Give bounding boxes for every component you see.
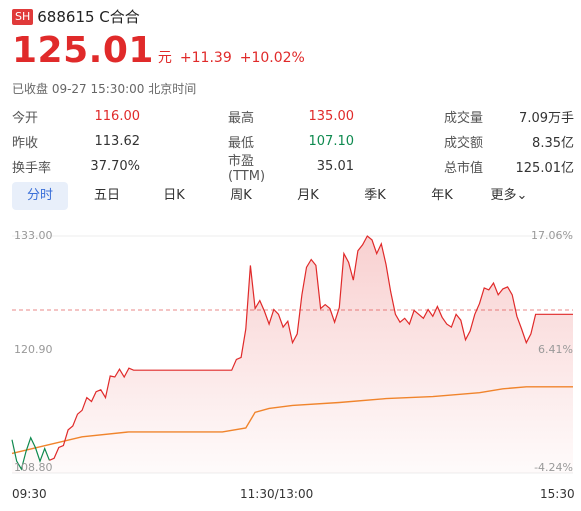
low-label: 最低 xyxy=(228,136,255,151)
turnover-value: 37.70% xyxy=(90,159,140,174)
turnover-label: 换手率 xyxy=(12,161,52,176)
price-unit: 元 xyxy=(157,50,172,66)
y-tick-top: 133.00 xyxy=(14,229,53,242)
tab-daily-k[interactable]: 日K xyxy=(146,182,202,210)
pe-label: 市盈(TTM) xyxy=(228,153,266,184)
tab-yearly-k[interactable]: 年K xyxy=(414,182,470,210)
y-tick-mid: 120.90 xyxy=(14,343,53,356)
open-label: 今开 xyxy=(12,111,39,126)
period-tabs: 分时 五日 日K 周K 月K 季K 年K 更多⌄ xyxy=(12,181,572,211)
amount-label: 成交额 xyxy=(444,136,484,151)
pct-tick-top: 17.06% xyxy=(531,229,573,242)
pct-tick-bottom: -4.24% xyxy=(534,461,573,474)
stats-table: 今开 116.00 最高 135.00 成交量 7.09万手 昨收 113.62 最低 1… xyxy=(12,104,575,184)
stats-row: 换手率 37.70% 市盈(TTM) 35.01 总市值 125.01亿 xyxy=(12,154,575,184)
low-value: 107.10 xyxy=(308,134,355,149)
stock-title: 688615 C合合 xyxy=(37,8,140,26)
market-badge: SH xyxy=(12,8,34,25)
price-change-percent: +10.02% xyxy=(239,50,305,66)
tab-monthly-k[interactable]: 月K xyxy=(280,182,336,210)
tab-weekly-k[interactable]: 周K xyxy=(213,182,269,210)
amount-value: 8.35亿 xyxy=(532,136,574,151)
tab-more[interactable]: 更多⌄ xyxy=(481,182,537,210)
high-value: 135.00 xyxy=(308,109,355,124)
pe-value: 35.01 xyxy=(316,159,354,174)
intraday-chart: 133.00 120.90 108.80 17.06% 6.41% -4.24% xyxy=(11,229,573,474)
prev-close-value: 113.62 xyxy=(94,134,141,149)
stats-row: 今开 116.00 最高 135.00 成交量 7.09万手 xyxy=(12,104,574,129)
tab-quarterly-k[interactable]: 季K xyxy=(347,182,403,210)
pct-tick-mid: 6.41% xyxy=(538,343,573,356)
mcap-value: 125.01亿 xyxy=(515,161,575,176)
stock-header: SH 688615 C合合 xyxy=(12,6,140,27)
price-row: 125.01 元 +11.39 +10.02% xyxy=(12,30,305,71)
current-price: 125.01 xyxy=(12,30,154,71)
volume-value: 7.09万手 xyxy=(519,111,574,126)
high-label: 最高 xyxy=(228,111,255,126)
tab-five-day[interactable]: 五日 xyxy=(79,182,135,210)
time-tick-close: 15:30 xyxy=(540,487,575,501)
tab-intraday[interactable]: 分时 xyxy=(12,182,68,210)
prev-close-label: 昨收 xyxy=(12,136,39,151)
time-tick-open: 09:30 xyxy=(12,487,47,501)
mcap-label: 总市值 xyxy=(444,161,484,176)
volume-label: 成交量 xyxy=(444,111,484,126)
y-tick-bottom: 108.80 xyxy=(14,461,53,474)
market-status: 已收盘 09-27 15:30:00 北京时间 xyxy=(12,82,197,96)
price-area-fill xyxy=(12,236,573,473)
open-value: 116.00 xyxy=(94,109,141,124)
time-tick-midday: 11:30/13:00 xyxy=(240,487,314,501)
price-change: +11.39 xyxy=(179,50,232,66)
chevron-down-icon: ⌄ xyxy=(516,188,528,203)
tab-more-label: 更多 xyxy=(490,188,517,203)
